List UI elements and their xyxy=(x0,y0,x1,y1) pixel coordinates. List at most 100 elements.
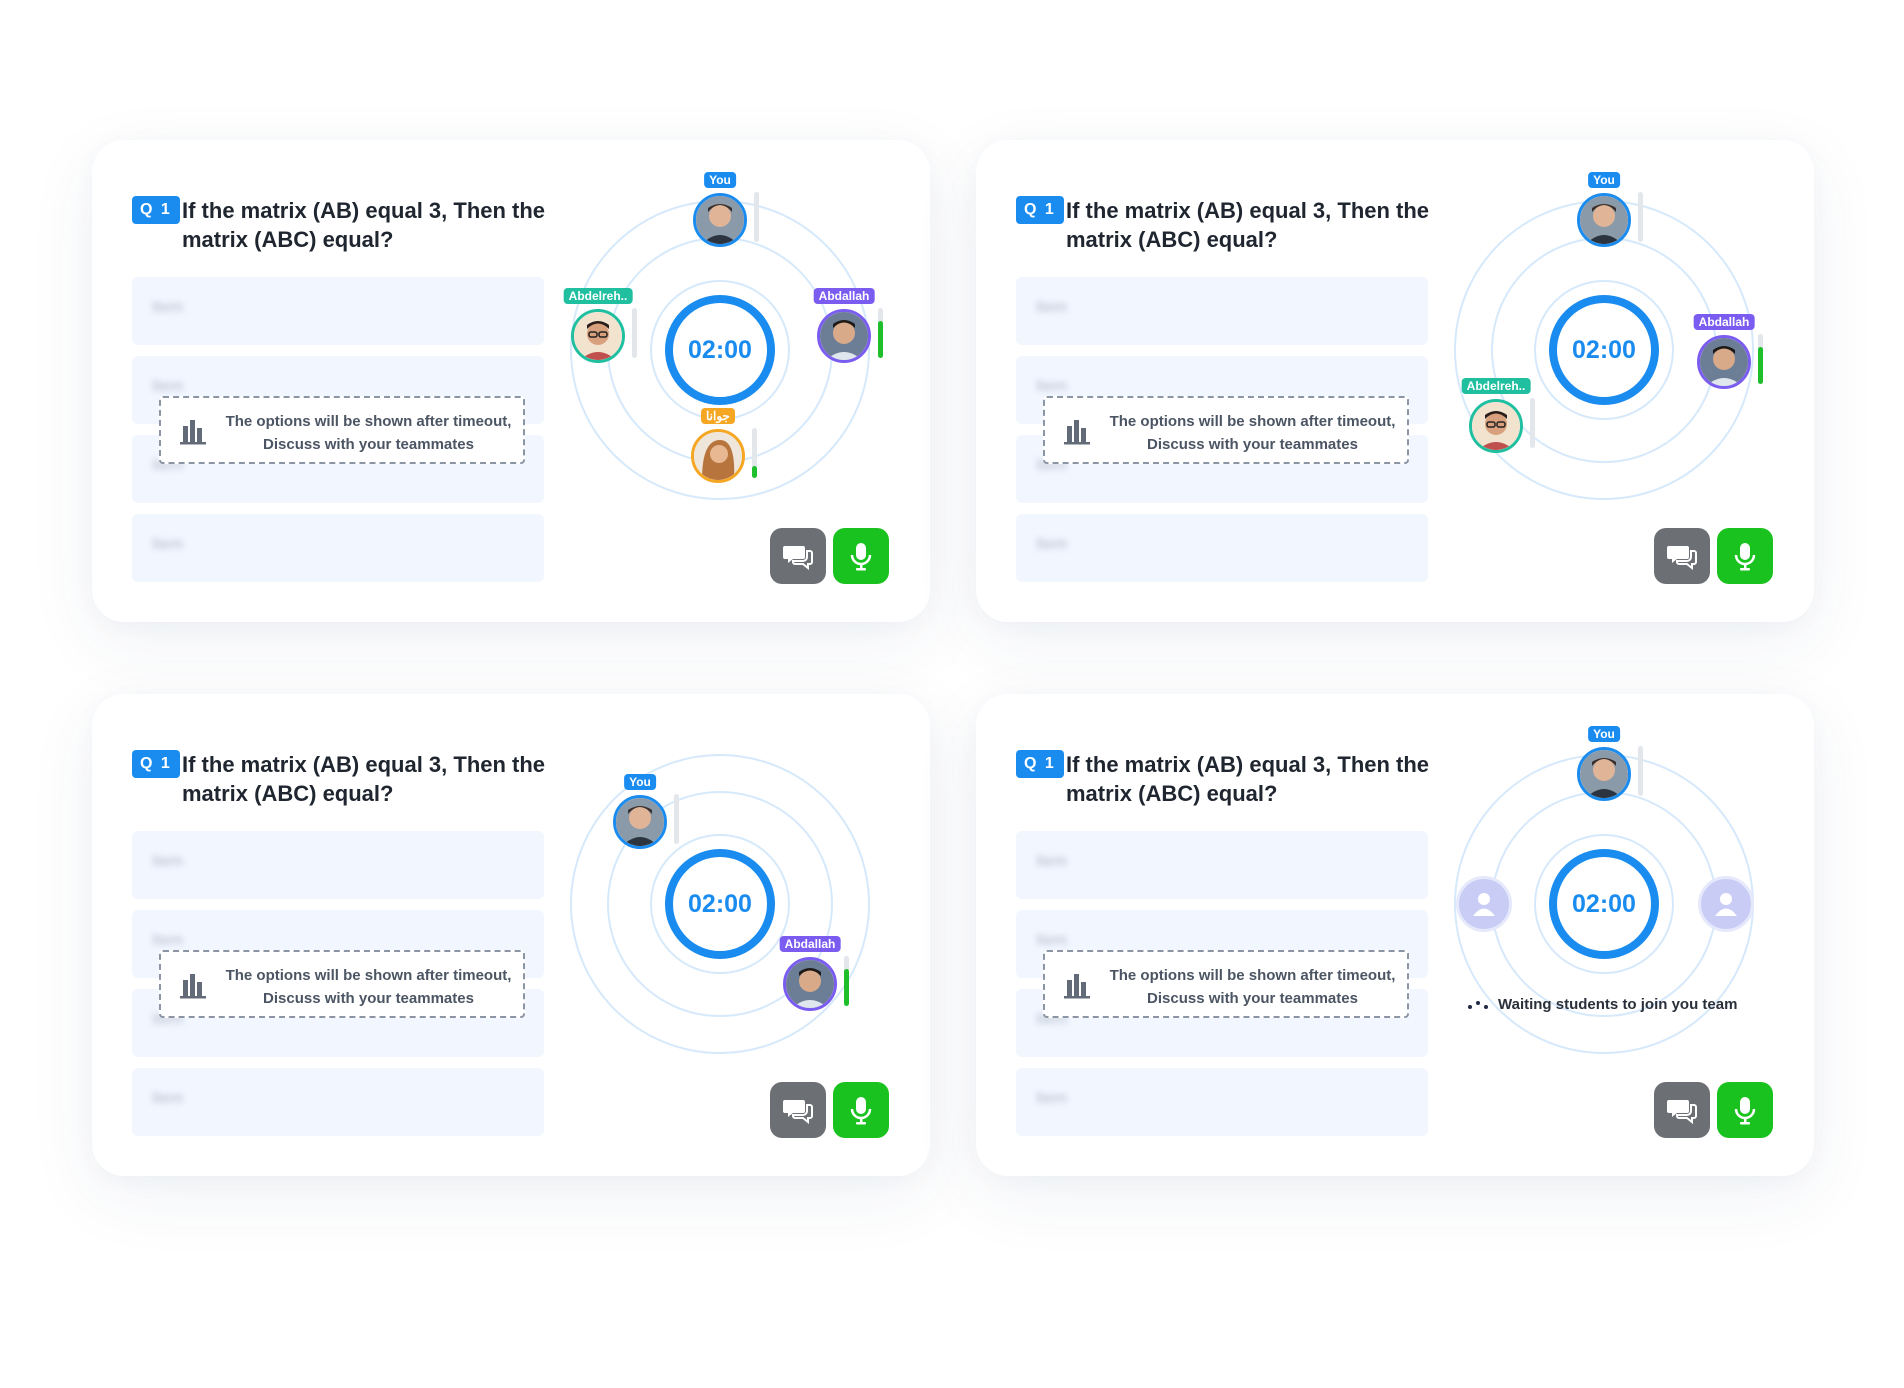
member-name-tag: جوانا xyxy=(701,408,735,424)
question-text: If the matrix (AB) equal 3, Then the mat… xyxy=(182,752,546,806)
option-item: Item xyxy=(132,514,544,582)
member-name-tag: Abdallah xyxy=(813,288,875,304)
options-hidden-notice: The options will be shown after timeout,… xyxy=(159,396,525,464)
member-name-tag: Abdelreh.. xyxy=(1461,378,1531,394)
option-label: Item xyxy=(1036,378,1068,395)
bar-chart-icon xyxy=(1064,420,1090,445)
countdown-timer: 02:00 xyxy=(1549,295,1659,405)
avatar xyxy=(691,429,745,483)
option-label: Item xyxy=(152,536,184,553)
avatar xyxy=(783,957,837,1011)
member-you[interactable]: You xyxy=(1574,172,1643,250)
microphone-icon xyxy=(1734,1097,1756,1125)
volume-meter xyxy=(1638,746,1643,796)
countdown-timer: 02:00 xyxy=(665,295,775,405)
option-label: Item xyxy=(152,853,184,870)
countdown-timer: 02:00 xyxy=(1549,849,1659,959)
option-item: Item xyxy=(132,277,544,345)
microphone-icon xyxy=(850,543,872,571)
option-label: Item xyxy=(152,299,184,316)
option-item: Item xyxy=(1016,1068,1428,1136)
bar-chart-icon xyxy=(1064,974,1090,999)
bar-chart-icon xyxy=(180,420,206,445)
options-hidden-notice: The options will be shown after timeout,… xyxy=(159,950,525,1018)
avatar xyxy=(1697,335,1751,389)
question-text: If the matrix (AB) equal 3, Then the mat… xyxy=(1066,198,1430,252)
team-orbit: 02:00 You Abdelreh.. Abdallah جوانا xyxy=(563,172,883,500)
waiting-text: Waiting students to join you team xyxy=(1498,996,1738,1013)
option-item: Item xyxy=(132,1068,544,1136)
microphone-icon xyxy=(1734,543,1756,571)
chat-button[interactable] xyxy=(1654,528,1710,584)
member-name-tag: Abdelreh.. xyxy=(563,288,633,304)
microphone-button[interactable] xyxy=(1717,528,1773,584)
chat-button[interactable] xyxy=(1654,1082,1710,1138)
member-name-tag: You xyxy=(624,774,656,790)
notice-text: The options will be shown after timeout,… xyxy=(225,967,512,1007)
member-abdallah[interactable]: Abdallah xyxy=(779,936,849,1014)
empty-seat-placeholder xyxy=(1698,876,1754,932)
volume-meter xyxy=(844,956,849,1006)
volume-meter xyxy=(674,794,679,844)
options-hidden-notice: The options will be shown after timeout,… xyxy=(1043,396,1409,464)
chat-button[interactable] xyxy=(770,528,826,584)
member-joana[interactable]: جوانا xyxy=(688,408,757,486)
member-you[interactable]: You xyxy=(610,774,679,852)
notice-text: The options will be shown after timeout,… xyxy=(1109,413,1396,453)
question-text: If the matrix (AB) equal 3, Then the mat… xyxy=(1066,752,1430,806)
member-name-tag: You xyxy=(1588,172,1620,188)
option-label: Item xyxy=(1036,536,1068,553)
volume-meter xyxy=(1758,334,1763,384)
avatar xyxy=(1577,747,1631,801)
notice-text: The options will be shown after timeout,… xyxy=(1109,967,1396,1007)
microphone-icon xyxy=(850,1097,872,1125)
avatar xyxy=(613,795,667,849)
microphone-button[interactable] xyxy=(833,528,889,584)
volume-meter xyxy=(754,192,759,242)
chat-button[interactable] xyxy=(770,1082,826,1138)
chat-icon xyxy=(1667,1100,1697,1125)
avatar xyxy=(817,309,871,363)
member-abdallah[interactable]: Abdallah xyxy=(1693,314,1763,392)
member-abdelreh[interactable]: Abdelreh.. xyxy=(1461,378,1535,456)
countdown-timer: 02:00 xyxy=(665,849,775,959)
question-text: If the matrix (AB) equal 3, Then the mat… xyxy=(182,198,546,252)
option-item: Item xyxy=(1016,831,1428,899)
discussion-card-1: Q 1 If the matrix (AB) equal 3, Then the… xyxy=(92,140,930,622)
team-orbit: 02:00 You Abdallah xyxy=(570,754,870,1054)
option-label: Item xyxy=(152,932,184,949)
volume-meter xyxy=(1638,192,1643,242)
avatar xyxy=(571,309,625,363)
bar-chart-icon xyxy=(180,974,206,999)
option-label: Item xyxy=(1036,932,1068,949)
options-hidden-notice: The options will be shown after timeout,… xyxy=(1043,950,1409,1018)
loading-dots-icon xyxy=(1468,999,1494,1009)
empty-seat-placeholder xyxy=(1456,876,1512,932)
question-number-badge: Q 1 xyxy=(1016,196,1064,224)
member-abdallah[interactable]: Abdallah xyxy=(813,288,883,366)
member-name-tag: You xyxy=(1588,726,1620,742)
notice-text: The options will be shown after timeout,… xyxy=(225,413,512,453)
microphone-button[interactable] xyxy=(1717,1082,1773,1138)
option-item: Item xyxy=(132,831,544,899)
discussion-card-3: Q 1 If the matrix (AB) equal 3, Then the… xyxy=(92,694,930,1176)
option-item: Item xyxy=(1016,514,1428,582)
avatar xyxy=(693,193,747,247)
question-number-badge: Q 1 xyxy=(1016,750,1064,778)
avatar xyxy=(1469,399,1523,453)
volume-meter xyxy=(632,308,637,358)
volume-meter xyxy=(1530,398,1535,448)
member-you[interactable]: You xyxy=(1574,726,1643,804)
microphone-button[interactable] xyxy=(833,1082,889,1138)
user-placeholder-icon xyxy=(1715,893,1737,916)
member-name-tag: Abdallah xyxy=(1693,314,1755,330)
waiting-status: Waiting students to join you team xyxy=(1468,996,1768,1013)
option-label: Item xyxy=(152,1090,184,1107)
member-you[interactable]: You xyxy=(690,172,759,250)
option-label: Item xyxy=(1036,1090,1068,1107)
option-label: Item xyxy=(1036,853,1068,870)
option-label: Item xyxy=(1036,299,1068,316)
chat-icon xyxy=(783,546,813,571)
discussion-card-4: Q 1 If the matrix (AB) equal 3, Then the… xyxy=(976,694,1814,1176)
member-abdelreh[interactable]: Abdelreh.. xyxy=(563,288,637,366)
